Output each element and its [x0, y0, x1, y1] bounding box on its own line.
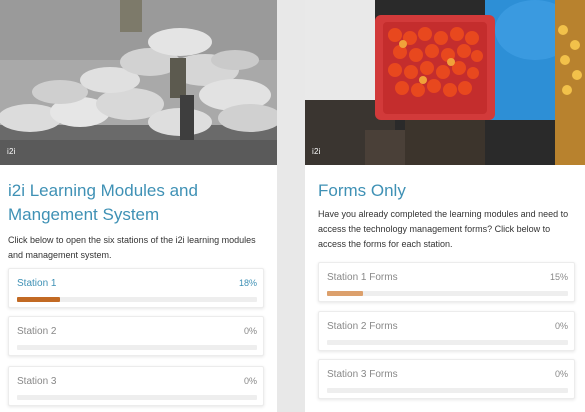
station-1-percent: 18%	[238, 278, 257, 288]
station-1-progress-track	[17, 297, 257, 302]
station-3-forms-progress-track	[327, 388, 568, 393]
grain-sacks-hero-image: i2i	[0, 0, 277, 165]
station-1-forms-percent: 15%	[549, 272, 568, 282]
learning-modules-description: Click below to open the six stations of …	[8, 235, 256, 260]
station-3-card[interactable]: Station 3 0%	[8, 366, 264, 406]
station-1-forms-progress-fill	[327, 291, 364, 296]
station-2-label: Station 2	[17, 326, 57, 337]
station-2-forms-label: Station 2 Forms	[327, 321, 398, 332]
learning-modules-card: i2i i2i Learning Modules and Mangement S…	[0, 0, 277, 412]
forms-only-description: Have you already completed the learning …	[318, 209, 569, 249]
page-title-forms-only: Forms Only	[318, 181, 406, 200]
station-1-card[interactable]: Station 1 18%	[8, 268, 264, 308]
station-3-percent: 0%	[243, 376, 257, 386]
page-title-learning-modules: i2i Learning Modules and Mangement Syste…	[8, 181, 198, 224]
station-2-progress-track	[17, 345, 257, 350]
station-2-card[interactable]: Station 2 0%	[8, 316, 264, 356]
station-2-forms-percent: 0%	[554, 321, 568, 331]
sacks-illustration	[0, 0, 277, 165]
hero-tag-left: i2i	[7, 147, 16, 156]
station-1-forms-card[interactable]: Station 1 Forms 15%	[318, 262, 575, 302]
station-3-forms-label: Station 3 Forms	[327, 369, 398, 380]
station-3-forms-percent: 0%	[554, 369, 568, 379]
forms-only-card: i2i Forms Only Have you already complete…	[305, 0, 585, 412]
station-1-forms-label: Station 1 Forms	[327, 272, 398, 283]
station-3-label: Station 3	[17, 376, 57, 387]
station-2-percent: 0%	[243, 326, 257, 336]
station-1-forms-progress-track	[327, 291, 568, 296]
station-1-label: Station 1	[17, 278, 57, 289]
hero-tag-right: i2i	[312, 147, 321, 156]
station-1-progress-fill	[17, 297, 61, 302]
station-2-forms-progress-track	[327, 340, 568, 345]
tomato-market-hero-image: i2i	[305, 0, 585, 165]
tomatoes-illustration	[305, 0, 585, 165]
station-2-forms-card[interactable]: Station 2 Forms 0%	[318, 311, 575, 351]
station-3-progress-track	[17, 395, 257, 400]
station-3-forms-card[interactable]: Station 3 Forms 0%	[318, 359, 575, 399]
